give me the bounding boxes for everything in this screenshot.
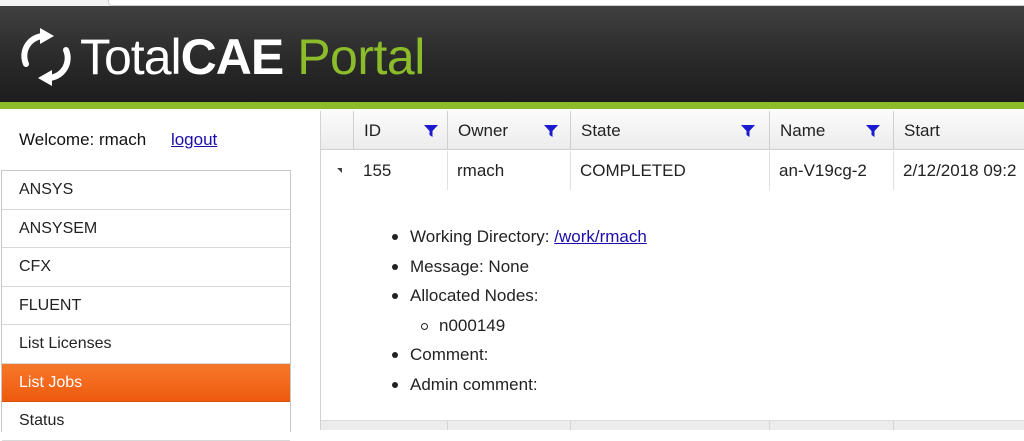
portal-header: Total CAE Portal [0,6,1024,102]
column-header-name[interactable]: Name [769,111,893,150]
allocated-nodes-label: Allocated Nodes: [410,286,539,305]
funnel-filter-icon[interactable] [741,124,755,138]
collapse-arrow-icon[interactable] [337,168,342,173]
admin-comment-label: Admin comment: [410,374,538,394]
sidebar-item-ansysem[interactable]: ANSYSEM [2,210,290,248]
job-detail-panel: Working Directory: /work/rmach Message: … [321,190,1024,420]
column-label-id: ID [364,121,381,140]
list-item: Working Directory: /work/rmach [392,222,647,252]
refresh-arrows-icon [21,28,71,86]
list-item: Comment: [392,340,647,370]
list-item: Admin comment: [392,370,647,400]
node-name: n000149 [439,315,506,335]
sidebar-item-status[interactable]: Status [2,402,290,441]
circle-bullet-icon [421,322,428,330]
working-directory-label: Working Directory: [410,227,550,246]
sidebar-item-ansys[interactable]: ANSYS [2,171,290,210]
comment-label: Comment: [410,345,489,364]
funnel-filter-icon[interactable] [866,124,880,138]
column-header-state[interactable]: State [570,111,769,150]
header-accent-bar [0,102,1024,109]
cell-start: 2/12/2018 09:2 [903,161,1017,180]
bullet-icon [392,381,398,388]
logout-link[interactable]: logout [171,130,217,149]
job-detail-list: Working Directory: /work/rmach Message: … [392,222,647,400]
column-label-owner: Owner [458,121,509,140]
message-text: Message: None [410,256,530,276]
column-label-state: State [581,121,621,140]
sidebar-item-cfx[interactable]: CFX [2,248,290,287]
column-header-id[interactable]: ID [353,111,447,150]
list-item: n000149 [421,311,647,341]
jobs-grid: ID Owner State Name Start 155 rmach COMP… [320,111,1024,430]
column-divider [447,421,448,430]
welcome-area: Welcome: rmach logout [19,130,217,150]
bullet-icon [392,293,398,299]
logo-word-cae: CAE [180,29,285,85]
logo-word-portal: Portal [297,29,425,85]
table-row[interactable]: 155 rmach COMPLETED an-V19cg-2 2/12/2018… [321,151,1024,190]
column-label-name: Name [780,121,826,140]
column-divider [769,421,770,430]
sidebar-item-fluent[interactable]: FLUENT [2,287,290,325]
column-divider [570,421,571,430]
welcome-text: Welcome: rmach [19,130,147,149]
sidebar-item-list-jobs[interactable]: List Jobs [2,363,290,402]
funnel-filter-icon[interactable] [544,124,558,138]
bullet-icon [392,352,398,358]
sidebar-nav: ANSYS ANSYSEM CFX FLUENT List Licenses L… [1,170,291,441]
grid-next-row-edge [321,420,1024,430]
funnel-filter-icon[interactable] [424,124,438,138]
column-label-start: Start [904,121,940,140]
portal-logo[interactable]: Total CAE Portal [18,22,425,92]
cell-name: an-V19cg-2 [779,161,867,180]
bullet-icon [392,234,398,240]
cell-id: 155 [363,161,392,180]
sidebar-item-list-licenses[interactable]: List Licenses [2,325,290,364]
grid-header: ID Owner State Name Start [321,111,1024,150]
list-item: Message: None [392,252,647,282]
column-header-start[interactable]: Start [893,111,1024,150]
column-divider [893,421,894,430]
cell-owner: rmach [457,161,505,180]
logo-word-total: Total [80,29,182,85]
bullet-icon [392,263,398,270]
column-header-owner[interactable]: Owner [447,111,570,150]
cell-state: COMPLETED [580,161,686,180]
working-directory-link[interactable]: /work/rmach [554,227,647,246]
list-item: Allocated Nodes: [392,281,647,311]
